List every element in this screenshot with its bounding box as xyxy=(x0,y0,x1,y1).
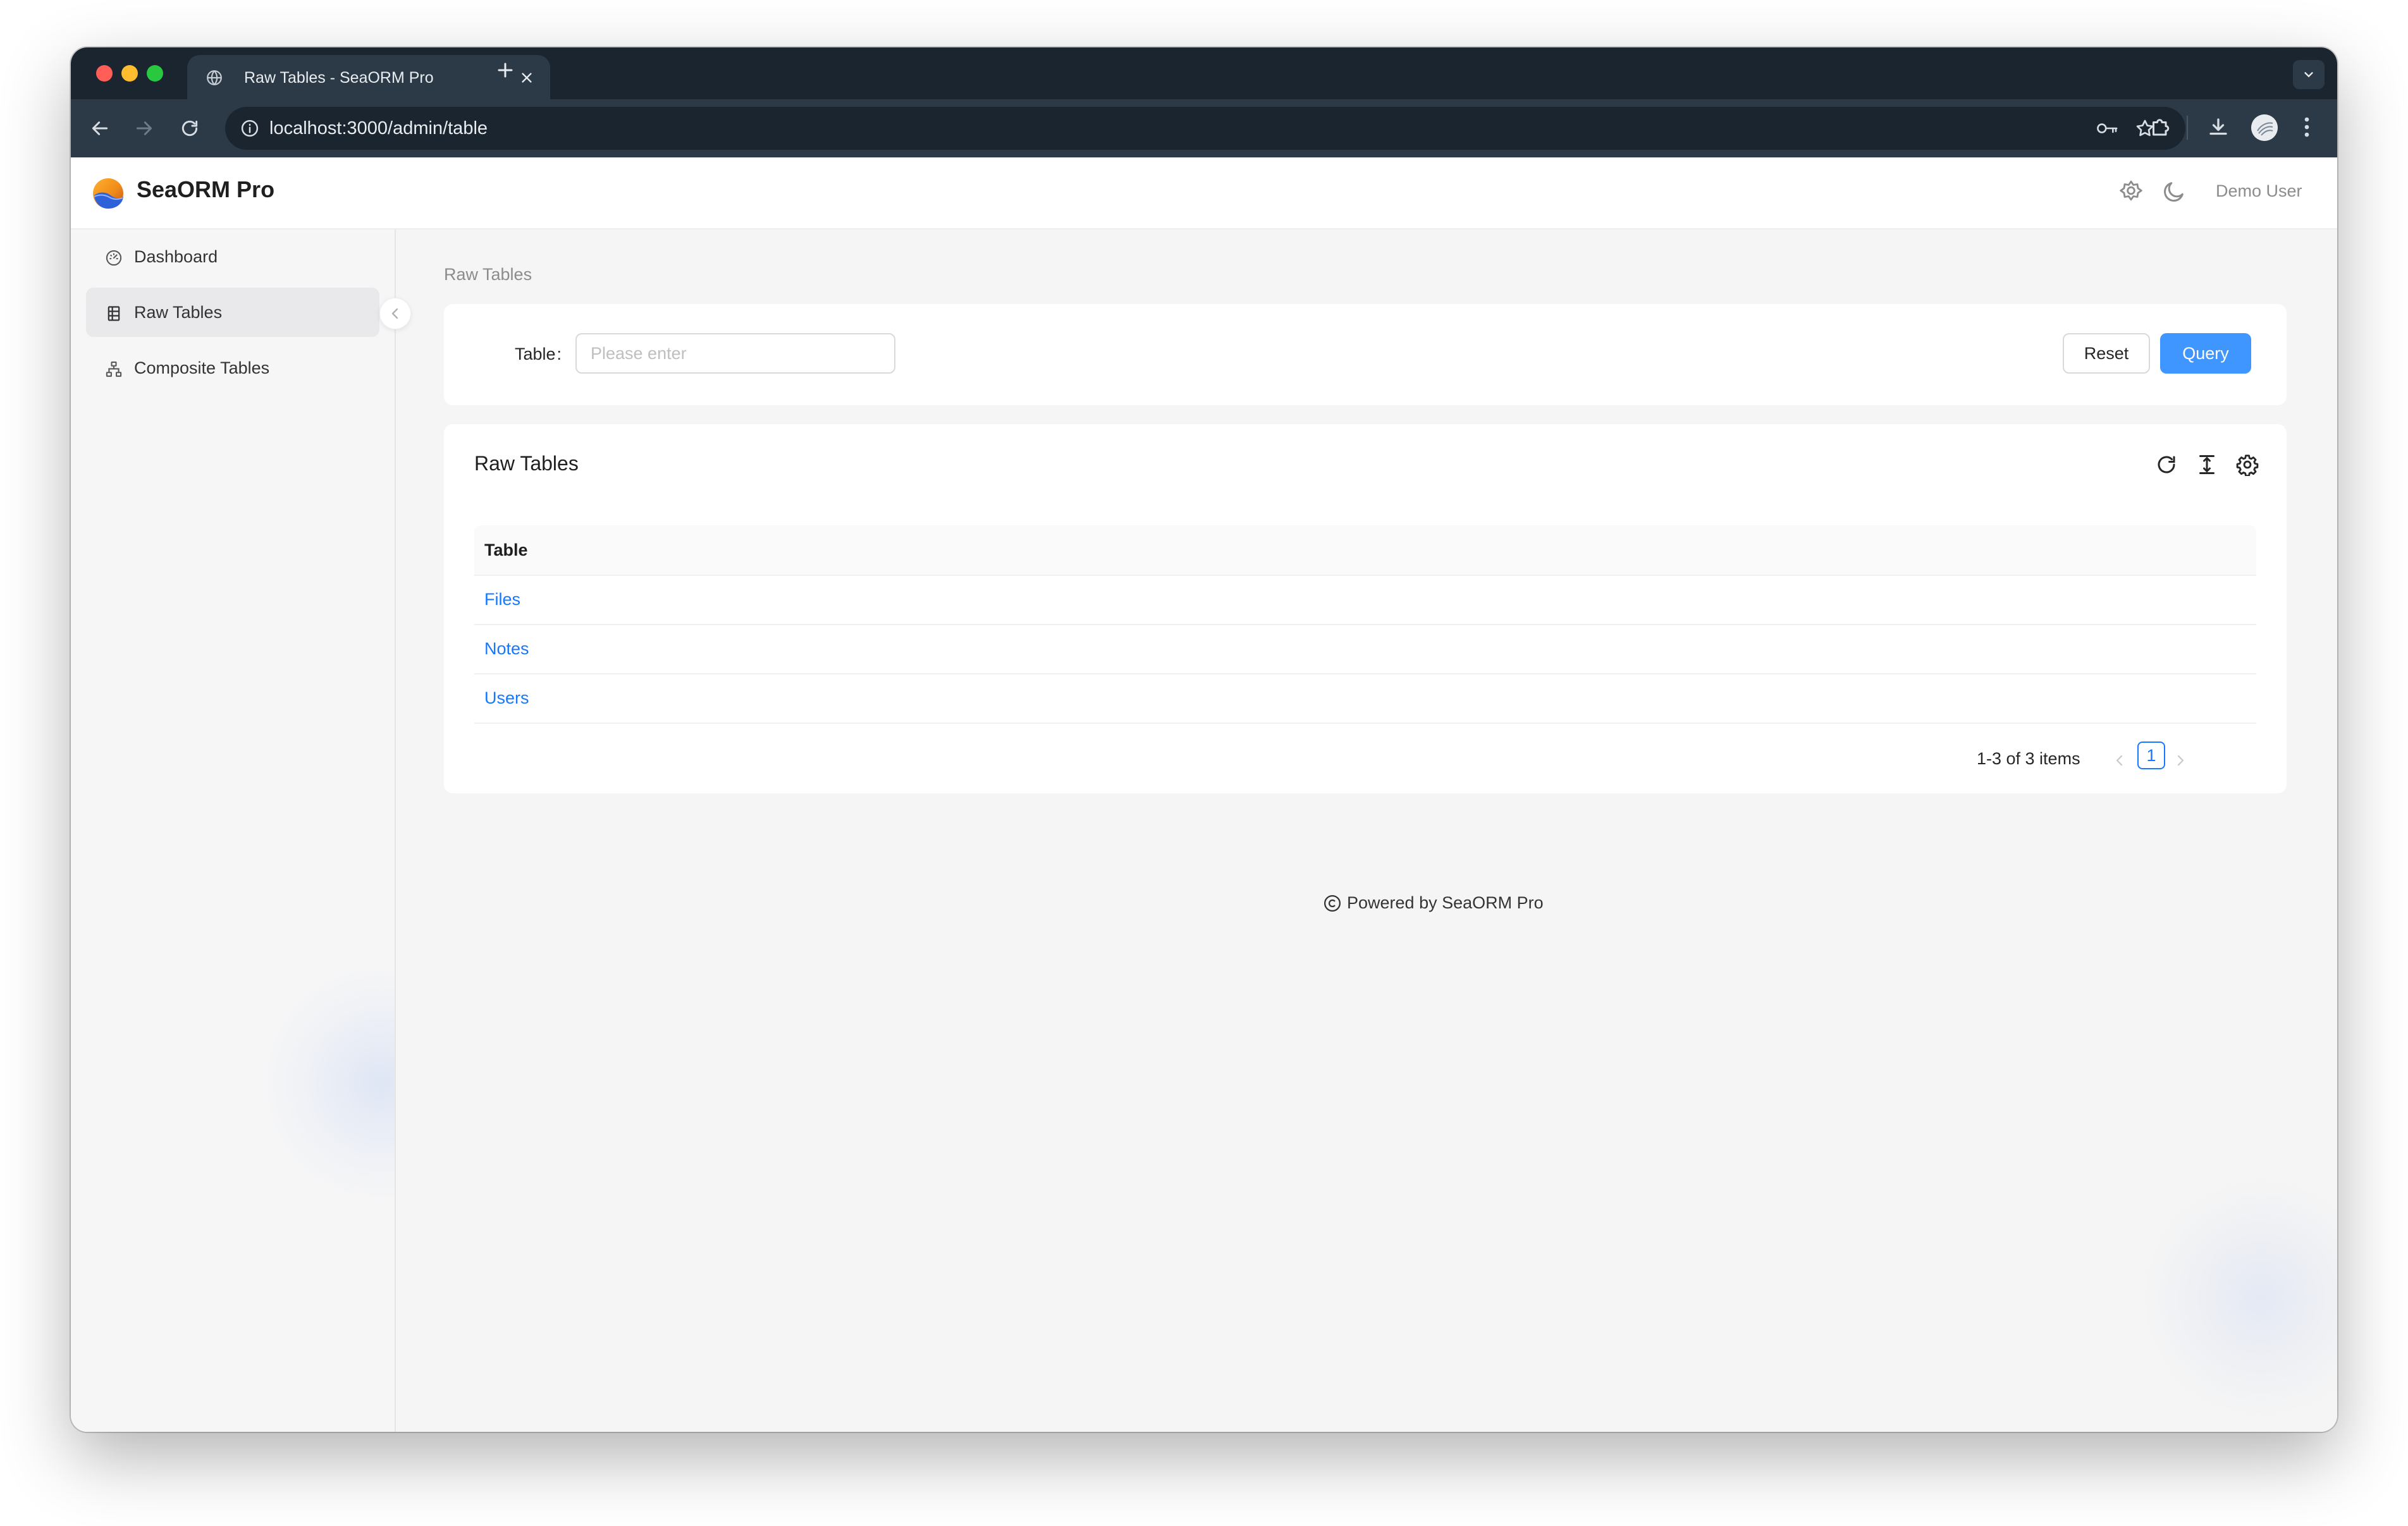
settings-gear-icon[interactable] xyxy=(2236,453,2259,476)
browser-window: Raw Tables - SeaORM Pro localhost:3000/a… xyxy=(71,47,2337,1432)
sidebar-background-decoration xyxy=(261,963,395,1203)
seaorm-logo-icon xyxy=(92,178,124,209)
browser-menu-icon[interactable] xyxy=(2303,116,2311,138)
app-root: SeaORM Pro Demo User Dashboard Raw Table… xyxy=(71,157,2337,1432)
reset-button[interactable]: Reset xyxy=(2063,333,2150,374)
table-link-files[interactable]: Files xyxy=(484,590,520,609)
maximize-window-button[interactable] xyxy=(147,65,163,82)
profile-avatar[interactable] xyxy=(2251,114,2278,141)
cluster-icon xyxy=(105,360,123,378)
table-card-title: Raw Tables xyxy=(474,452,579,475)
app-header: SeaORM Pro Demo User xyxy=(71,157,2337,229)
pagination-total: 1-3 of 3 items xyxy=(1977,749,2080,768)
forward-arrow-icon[interactable] xyxy=(134,118,154,138)
browser-toolbar: localhost:3000/admin/table xyxy=(71,99,2337,157)
table-link-users[interactable]: Users xyxy=(484,688,529,708)
sidebar-item-label: Composite Tables xyxy=(134,358,270,377)
site-info-icon[interactable] xyxy=(240,119,259,138)
reload-icon[interactable] xyxy=(180,118,200,138)
back-arrow-icon[interactable] xyxy=(90,118,110,138)
toolbar-separator xyxy=(2187,116,2188,140)
sidebar-item-dashboard[interactable]: Dashboard xyxy=(86,232,379,281)
table-header-row: Table xyxy=(474,525,2256,576)
pagination-next-icon[interactable] xyxy=(2175,753,2185,768)
tab-title: Raw Tables - SeaORM Pro xyxy=(244,69,434,87)
minimize-window-button[interactable] xyxy=(121,65,138,82)
page-footer: Powered by SeaORM Pro xyxy=(1323,893,1544,913)
main-content: Raw Tables Table: Reset Query Raw Tables xyxy=(396,229,2337,1432)
footer-text: Powered by SeaORM Pro xyxy=(1347,893,1544,912)
table-row: Users xyxy=(474,674,2256,724)
table-icon xyxy=(105,305,123,322)
copyright-icon xyxy=(1324,894,1341,912)
globe-icon xyxy=(206,70,223,86)
address-url: localhost:3000/admin/table xyxy=(269,118,488,138)
dashboard-icon xyxy=(105,249,123,267)
breadcrumb[interactable]: Raw Tables xyxy=(444,265,532,284)
download-icon[interactable] xyxy=(2207,116,2230,138)
sidebar: Dashboard Raw Tables Composite Tables xyxy=(71,229,396,1432)
chevron-down-icon xyxy=(2304,72,2313,78)
new-tab-icon[interactable] xyxy=(496,61,515,80)
table-field-label: Table: xyxy=(515,345,562,363)
table-row: Notes xyxy=(474,625,2256,674)
pagination-page-1[interactable]: 1 xyxy=(2137,742,2165,769)
search-form-card: Table: Reset Query xyxy=(444,304,2287,405)
dark-mode-moon-icon[interactable] xyxy=(2161,179,2187,204)
reload-icon[interactable] xyxy=(2155,453,2178,476)
table-search-input[interactable] xyxy=(575,333,895,374)
close-window-button[interactable] xyxy=(96,65,113,82)
sidebar-item-label: Raw Tables xyxy=(134,303,223,322)
content-background-decoration xyxy=(2141,1178,2337,1418)
close-tab-icon[interactable] xyxy=(520,71,534,85)
column-height-icon[interactable] xyxy=(2196,453,2218,476)
theme-settings-icon[interactable] xyxy=(2118,179,2144,204)
browser-tab-strip: Raw Tables - SeaORM Pro xyxy=(71,47,2337,99)
sidebar-item-label: Dashboard xyxy=(134,247,218,266)
app-title: SeaORM Pro xyxy=(137,176,275,202)
user-name[interactable]: Demo User xyxy=(2216,181,2302,201)
table-column-header[interactable]: Table xyxy=(484,540,528,560)
sidebar-item-composite-tables[interactable]: Composite Tables xyxy=(86,343,379,393)
table-card: Raw Tables Table Files Notes Users 1-3 o… xyxy=(444,424,2287,793)
extensions-puzzle-icon[interactable] xyxy=(2149,116,2172,138)
tab-search-button[interactable] xyxy=(2293,60,2325,89)
password-key-icon[interactable] xyxy=(2096,119,2118,137)
table-row: Files xyxy=(474,576,2256,625)
table-link-notes[interactable]: Notes xyxy=(484,639,529,659)
query-button[interactable]: Query xyxy=(2160,333,2251,374)
address-bar[interactable]: localhost:3000/admin/table xyxy=(225,107,2185,150)
sidebar-item-raw-tables[interactable]: Raw Tables xyxy=(86,288,379,337)
pagination-prev-icon[interactable] xyxy=(2115,753,2125,768)
profile-avatar-icon xyxy=(2251,114,2278,141)
